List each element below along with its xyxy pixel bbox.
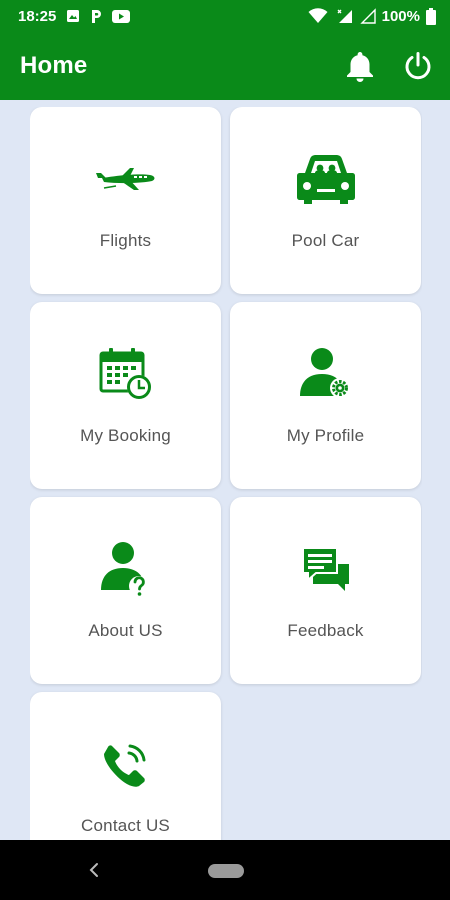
tile-contact-us[interactable]: Contact US	[30, 692, 221, 840]
tile-my-booking[interactable]: My Booking	[30, 302, 221, 489]
app-bar: Home	[0, 32, 450, 100]
youtube-notification-icon	[112, 9, 131, 23]
battery-icon	[426, 7, 436, 25]
home-menu-grid: Flights Pool Car My Booking My Profile A…	[30, 107, 422, 840]
logout-button[interactable]	[400, 48, 436, 84]
tile-label: My Profile	[286, 426, 365, 445]
system-nav-bar	[0, 840, 450, 900]
user-question-icon	[100, 542, 149, 596]
tile-label: Feedback	[287, 621, 364, 640]
status-bar: 18:25 100%	[0, 0, 450, 32]
tile-label: My Booking	[80, 426, 171, 445]
tile-feedback[interactable]: Feedback	[230, 497, 421, 684]
tile-label: Contact US	[81, 816, 170, 835]
power-icon	[405, 52, 431, 80]
cell-signal-icon	[334, 8, 354, 24]
chat-bubbles-icon	[301, 547, 349, 591]
tile-about-us[interactable]: About US	[30, 497, 221, 684]
image-notification-icon	[66, 9, 80, 23]
battery-percent: 100%	[381, 7, 420, 25]
notification-button[interactable]	[342, 48, 378, 84]
tile-label: Pool Car	[291, 231, 360, 250]
back-chevron-icon	[89, 863, 98, 877]
tile-label: About US	[88, 621, 163, 640]
car-icon	[296, 155, 355, 204]
tile-pool-car[interactable]: Pool Car	[230, 107, 421, 294]
status-time: 18:25	[18, 7, 57, 25]
airplane-icon	[95, 168, 154, 190]
tile-flights[interactable]: Flights	[30, 107, 221, 294]
tile-my-profile[interactable]: My Profile	[230, 302, 421, 489]
page-title: Home	[20, 52, 88, 79]
parking-notification-icon	[90, 9, 102, 24]
cell-signal-empty-icon	[359, 8, 376, 24]
tile-label: Flights	[99, 231, 152, 250]
wifi-icon	[308, 8, 328, 24]
back-button[interactable]	[84, 858, 104, 882]
calendar-clock-icon	[99, 348, 151, 399]
user-settings-icon	[299, 348, 350, 398]
notification-bell-icon	[347, 52, 373, 82]
phone-icon	[103, 744, 145, 787]
home-pill-button[interactable]	[208, 864, 244, 878]
